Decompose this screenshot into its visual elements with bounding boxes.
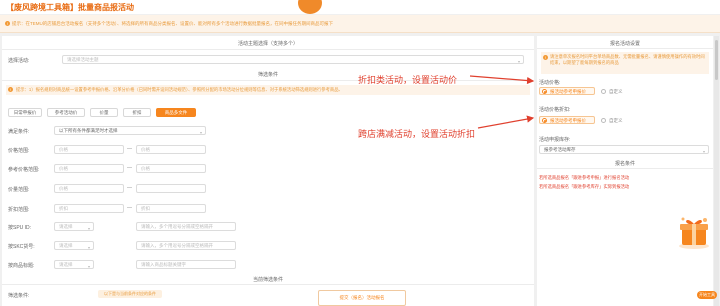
annotation-arrows (469, 75, 535, 129)
submit-signup-button[interactable]: 提交（报名）活动报名 (318, 290, 406, 306)
submit-button-label: 提交（报名）活动报名 (339, 295, 385, 300)
arrow-to-activity-discount (477, 115, 535, 129)
arrow-to-activity-price (469, 75, 535, 85)
corner-tool-button[interactable]: 开始工具 (697, 291, 717, 299)
